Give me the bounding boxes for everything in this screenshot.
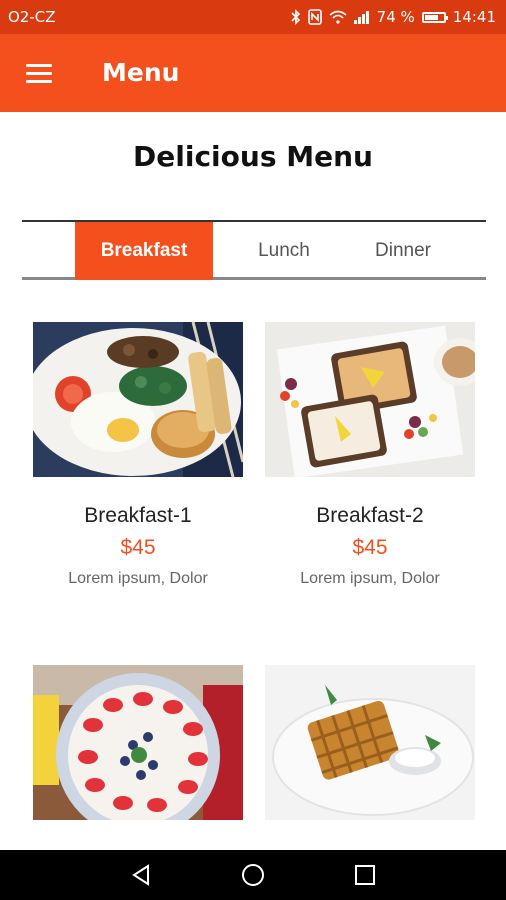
app-bar: Menu xyxy=(0,34,506,112)
menu-icon[interactable] xyxy=(26,64,54,84)
nfc-icon xyxy=(307,9,322,25)
recent-apps-icon[interactable] xyxy=(352,862,378,888)
item-price: $45 xyxy=(352,536,388,559)
app-bar-title: Menu xyxy=(102,58,180,87)
status-bar: O2-CZ 74 % 14:41 xyxy=(0,0,506,34)
menu-item-card[interactable] xyxy=(265,665,475,820)
battery-icon xyxy=(421,11,448,23)
item-name: Breakfast-1 xyxy=(84,504,192,527)
bluetooth-icon xyxy=(291,9,300,25)
clock: 14:41 xyxy=(452,8,496,26)
menu-item-card[interactable] xyxy=(33,665,243,820)
back-icon[interactable] xyxy=(128,862,154,888)
item-description: Lorem ipsum, Dolor xyxy=(68,570,208,587)
tab-lunch[interactable]: Lunch xyxy=(228,222,340,280)
food-image xyxy=(265,665,475,820)
tab-breakfast[interactable]: Breakfast xyxy=(75,222,213,280)
food-image xyxy=(33,665,243,820)
item-description: Lorem ipsum, Dolor xyxy=(300,570,440,587)
item-name: Breakfast-2 xyxy=(316,504,424,527)
carrier-label: O2-CZ xyxy=(8,8,56,26)
battery-percent: 74 % xyxy=(376,8,415,26)
page-title: Delicious Menu xyxy=(133,140,373,173)
wifi-icon xyxy=(329,10,347,24)
food-image xyxy=(265,322,475,477)
menu-item-card[interactable]: Breakfast-2 $45 Lorem ipsum, Dolor xyxy=(265,322,475,588)
category-tabs: Breakfast Lunch Dinner xyxy=(22,220,486,280)
food-image xyxy=(33,322,243,477)
navigation-bar xyxy=(0,850,506,900)
status-icons: 74 % 14:41 xyxy=(291,8,496,26)
item-price: $45 xyxy=(120,536,156,559)
tab-dinner[interactable]: Dinner xyxy=(334,222,472,280)
signal-icon xyxy=(353,10,370,24)
home-icon[interactable] xyxy=(240,862,266,888)
menu-item-card[interactable]: Breakfast-1 $45 Lorem ipsum, Dolor xyxy=(33,322,243,588)
